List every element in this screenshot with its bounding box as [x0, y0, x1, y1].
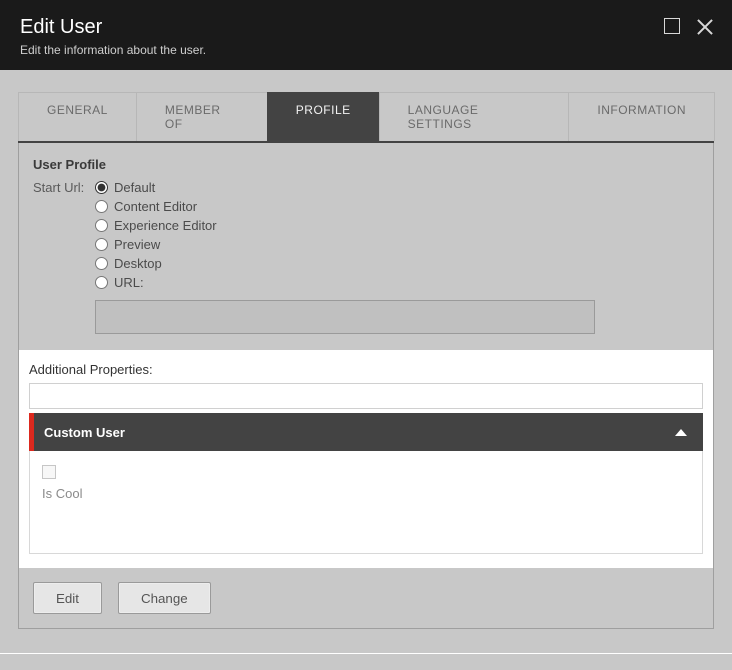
radio-url-label: URL: [114, 275, 144, 290]
section-title-user-profile: User Profile [19, 157, 713, 178]
radio-option-experience-editor[interactable]: Experience Editor [95, 216, 699, 235]
close-button[interactable] [696, 18, 714, 36]
maximize-button[interactable] [664, 18, 682, 36]
radio-option-preview[interactable]: Preview [95, 235, 699, 254]
tab-general[interactable]: GENERAL [18, 92, 137, 141]
dialog-subtitle: Edit the information about the user. [20, 43, 712, 57]
dialog-title: Edit User [20, 16, 712, 39]
radio-option-default[interactable]: Default [95, 178, 699, 197]
additional-properties-field[interactable] [29, 383, 703, 409]
start-url-input[interactable] [95, 300, 595, 334]
is-cool-field[interactable]: Is Cool [42, 465, 690, 501]
is-cool-checkbox[interactable] [42, 465, 56, 479]
tab-member-of[interactable]: MEMBER OF [136, 92, 268, 141]
change-button[interactable]: Change [118, 582, 211, 614]
radio-default-label: Default [114, 180, 155, 195]
radio-default[interactable] [95, 181, 108, 194]
radio-desktop-label: Desktop [114, 256, 162, 271]
radio-option-desktop[interactable]: Desktop [95, 254, 699, 273]
tab-information[interactable]: INFORMATION [568, 92, 715, 141]
dialog-footer: OK Cancel [0, 654, 732, 670]
chevron-up-icon [675, 429, 687, 436]
radio-option-content-editor[interactable]: Content Editor [95, 197, 699, 216]
start-url-label: Start Url: [33, 178, 95, 334]
is-cool-label: Is Cool [42, 486, 690, 501]
radio-content-editor[interactable] [95, 200, 108, 213]
radio-url[interactable] [95, 276, 108, 289]
radio-experience-editor-label: Experience Editor [114, 218, 217, 233]
radio-content-editor-label: Content Editor [114, 199, 197, 214]
radio-option-url[interactable]: URL: [95, 273, 699, 292]
tab-profile[interactable]: PROFILE [267, 92, 380, 141]
radio-preview[interactable] [95, 238, 108, 251]
edit-button[interactable]: Edit [33, 582, 102, 614]
radio-preview-label: Preview [114, 237, 160, 252]
custom-user-group-header[interactable]: Custom User [29, 413, 703, 451]
additional-properties-label: Additional Properties: [29, 362, 703, 377]
profile-panel: User Profile Start Url: Default Content … [18, 143, 714, 629]
radio-experience-editor[interactable] [95, 219, 108, 232]
additional-properties-section: Additional Properties: Custom User Is Co… [19, 350, 713, 568]
title-bar: Edit User Edit the information about the… [0, 0, 732, 70]
custom-user-group-body: Is Cool [29, 451, 703, 554]
tab-bar: GENERAL MEMBER OF PROFILE LANGUAGE SETTI… [18, 92, 714, 143]
tab-language-settings[interactable]: LANGUAGE SETTINGS [379, 92, 570, 141]
custom-user-group-title: Custom User [44, 425, 125, 440]
radio-desktop[interactable] [95, 257, 108, 270]
